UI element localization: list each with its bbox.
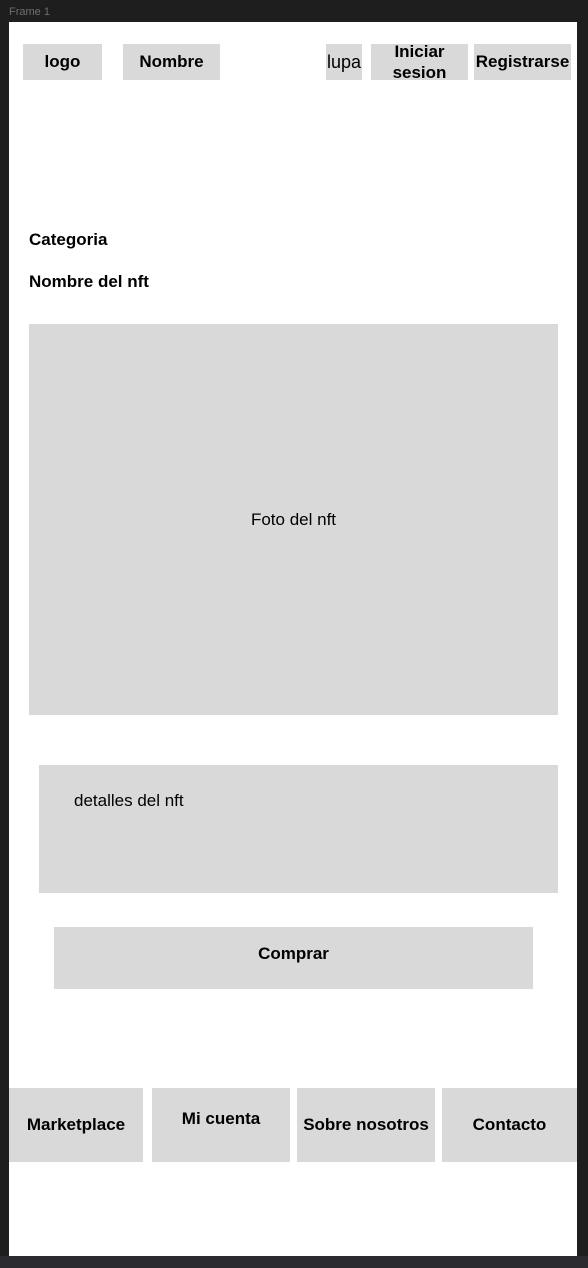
site-name[interactable]: Nombre bbox=[123, 44, 220, 80]
login-button[interactable]: Iniciar sesion bbox=[371, 42, 468, 82]
logo-placeholder[interactable]: logo bbox=[23, 44, 102, 80]
buy-button[interactable]: Comprar bbox=[54, 927, 533, 989]
footer-item-contacto[interactable]: Contacto bbox=[442, 1088, 577, 1162]
product-details-label: detalles del nft bbox=[74, 791, 184, 810]
product-category: Categoria bbox=[29, 230, 108, 249]
footer-item-marketplace[interactable]: Marketplace bbox=[9, 1088, 143, 1162]
register-button[interactable]: Registrarse bbox=[474, 44, 571, 80]
product-name: Nombre del nft bbox=[29, 272, 149, 291]
product-photo-label: Foto del nft bbox=[250, 509, 337, 529]
canvas-bottom-strip bbox=[0, 1256, 588, 1268]
product-details: detalles del nft bbox=[39, 765, 558, 893]
product-photo: Foto del nft bbox=[29, 324, 558, 715]
page-frame: logo Nombre lupa Iniciar sesion Registra… bbox=[9, 22, 577, 1256]
search-button[interactable]: lupa bbox=[326, 44, 362, 80]
frame-label: Frame 1 bbox=[9, 6, 50, 18]
footer-item-mi-cuenta[interactable]: Mi cuenta bbox=[152, 1088, 290, 1162]
footer-item-sobre-nosotros[interactable]: Sobre nosotros bbox=[297, 1088, 435, 1162]
